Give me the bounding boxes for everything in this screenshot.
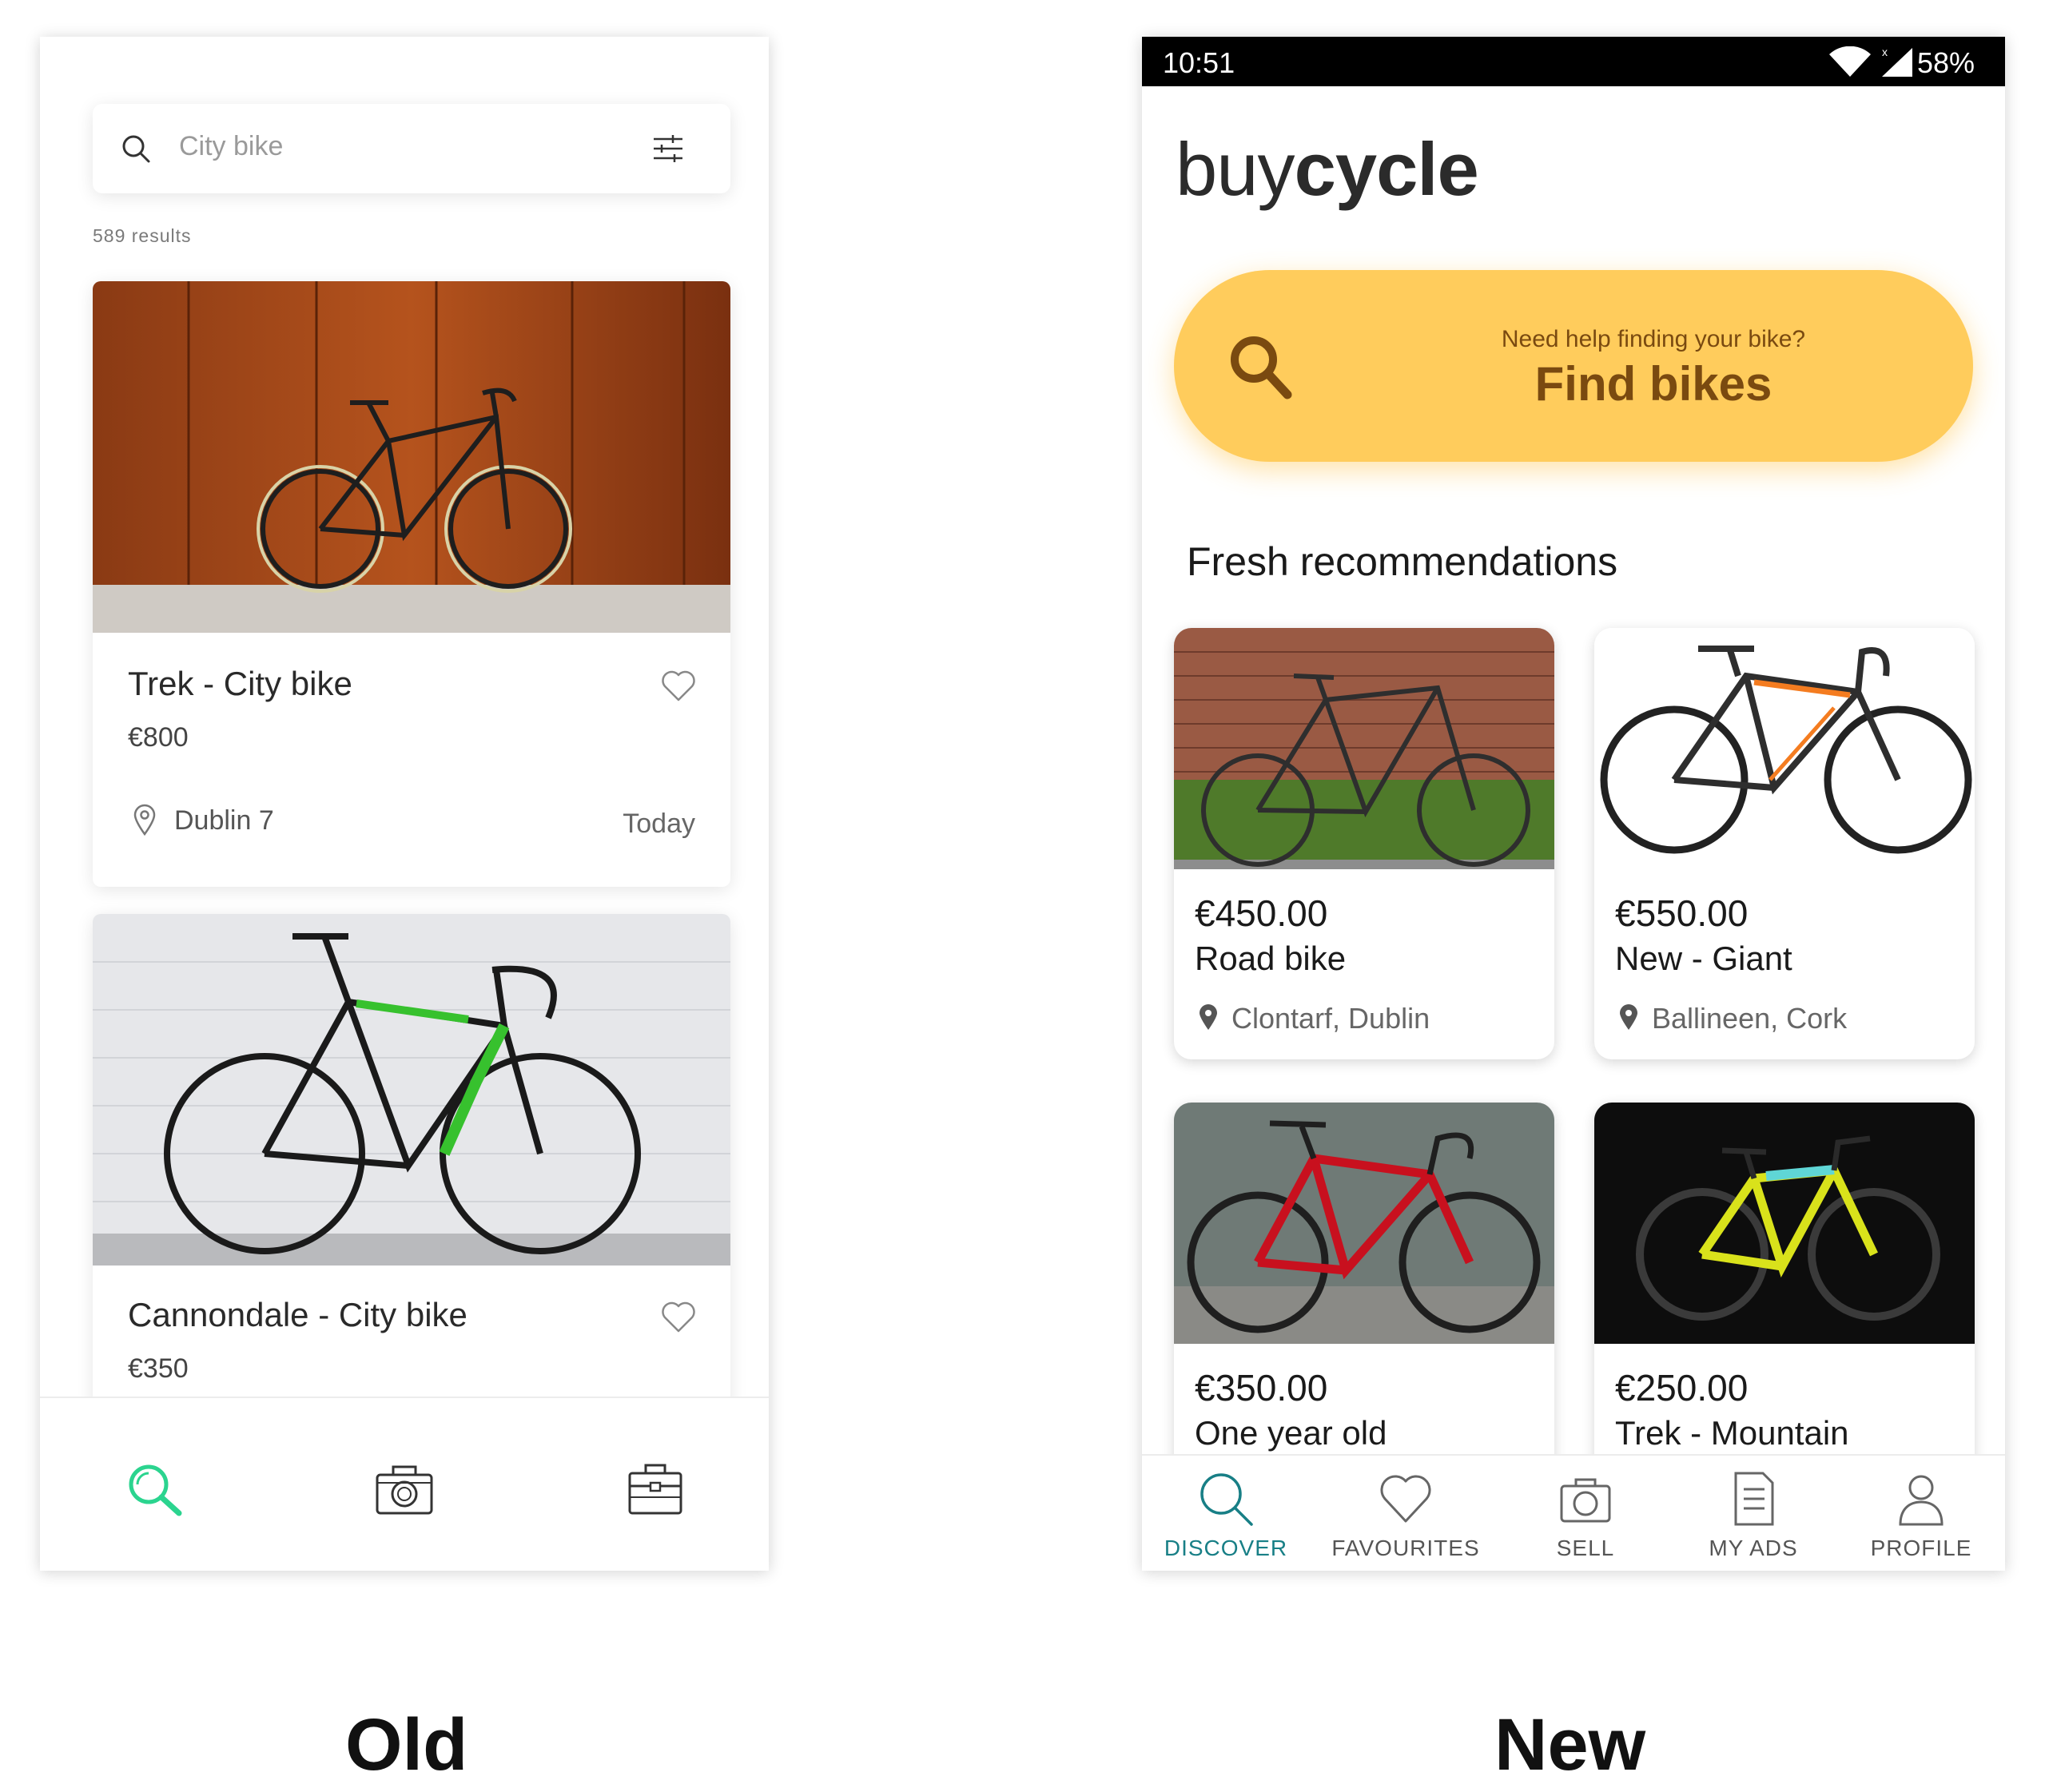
product-image	[1174, 628, 1554, 869]
nav-label: FAVOURITES	[1331, 1536, 1480, 1560]
heart-icon	[1380, 1475, 1431, 1523]
product-price: €250.00	[1615, 1367, 1749, 1409]
listing-price: €800	[128, 722, 189, 753]
location-pin-icon	[1620, 1004, 1637, 1030]
product-price: €450.00	[1195, 892, 1328, 934]
nav-my-ads[interactable]: MY ADS	[1669, 1456, 1837, 1571]
product-name: Trek - Mountain	[1615, 1414, 1849, 1452]
listing-title: Trek - City bike	[128, 665, 352, 702]
camera-icon	[1560, 1478, 1611, 1523]
listing-location: Dublin 7	[174, 805, 274, 836]
listing-image	[93, 281, 730, 633]
heart-icon[interactable]	[660, 1301, 697, 1334]
product-price: €350.00	[1195, 1367, 1328, 1409]
svg-text:x: x	[1882, 46, 1888, 58]
old-app-screen: City bike 589 results Trek - City bike €…	[40, 37, 769, 1571]
product-card[interactable]: €450.00 Road bike Clontarf, Dublin	[1174, 628, 1554, 1059]
product-image	[1174, 1103, 1554, 1344]
battery-percent: 58%	[1916, 46, 1975, 79]
heart-icon[interactable]	[660, 670, 697, 703]
listing-card[interactable]: Cannondale - City bike €350	[93, 914, 730, 1473]
product-location: Clontarf, Dublin	[1231, 1002, 1430, 1035]
product-image	[1594, 1103, 1975, 1344]
status-bar: 10:51 x 58%	[1142, 37, 2005, 86]
camera-icon[interactable]	[374, 1462, 435, 1518]
wifi-icon	[1829, 46, 1871, 77]
search-input[interactable]: City bike	[179, 131, 283, 162]
nav-label: DISCOVER	[1164, 1536, 1288, 1560]
listing-image	[93, 914, 730, 1266]
nav-label: SELL	[1556, 1536, 1615, 1560]
search-icon[interactable]	[125, 1462, 185, 1518]
logo-bold: cycle	[1294, 127, 1479, 211]
product-image	[1594, 628, 1975, 869]
find-bikes-button[interactable]: Need help finding your bike? Find bikes	[1174, 270, 1973, 462]
cta-question: Need help finding your bike?	[1501, 326, 1806, 352]
location-pin-icon	[1200, 1004, 1217, 1030]
product-name: Road bike	[1195, 940, 1347, 977]
toolbox-icon[interactable]	[625, 1462, 686, 1518]
filter-icon[interactable]	[652, 133, 684, 165]
listing-card[interactable]: Trek - City bike €800 Dublin 7 Today	[93, 281, 730, 887]
bottom-navigation: DISCOVER FAVOURITES SELL MY ADS PROFILE	[1142, 1454, 2005, 1571]
product-name: One year old	[1195, 1414, 1387, 1452]
search-bar[interactable]: City bike	[93, 104, 730, 193]
search-icon	[122, 135, 150, 163]
nav-favourites[interactable]: FAVOURITES	[1310, 1456, 1502, 1571]
signal-icon: x	[1882, 46, 1912, 77]
person-icon	[1899, 1475, 1944, 1526]
nav-sell[interactable]: SELL	[1502, 1456, 1669, 1571]
new-app-screen: 10:51 x 58% buycycle Need help finding y…	[1142, 37, 2005, 1571]
section-title: Fresh recommendations	[1187, 539, 1618, 584]
listing-date: Today	[623, 809, 695, 839]
product-price: €550.00	[1615, 892, 1749, 934]
listing-price: €350	[128, 1353, 189, 1384]
product-location: Ballineen, Cork	[1652, 1002, 1848, 1035]
list-document-icon	[1734, 1472, 1774, 1526]
product-name: New - Giant	[1615, 940, 1792, 977]
cta-label: Find bikes	[1534, 357, 1772, 411]
nav-label: MY ADS	[1709, 1536, 1798, 1560]
caption-old: Old	[345, 1704, 468, 1786]
listing-title: Cannondale - City bike	[128, 1296, 467, 1333]
logo-light: buy	[1176, 127, 1295, 211]
nav-profile[interactable]: PROFILE	[1837, 1456, 2005, 1571]
nav-label: PROFILE	[1870, 1536, 1972, 1560]
location-pin-icon	[133, 804, 156, 836]
search-icon	[1200, 1473, 1253, 1526]
caption-new: New	[1494, 1704, 1646, 1786]
nav-discover[interactable]: DISCOVER	[1142, 1456, 1310, 1571]
app-logo: buycycle	[1176, 126, 1479, 213]
status-time: 10:51	[1163, 46, 1235, 79]
product-card[interactable]: €550.00 New - Giant Ballineen, Cork	[1594, 628, 1975, 1059]
bottom-navigation	[40, 1397, 769, 1571]
results-count: 589 results	[93, 225, 192, 246]
